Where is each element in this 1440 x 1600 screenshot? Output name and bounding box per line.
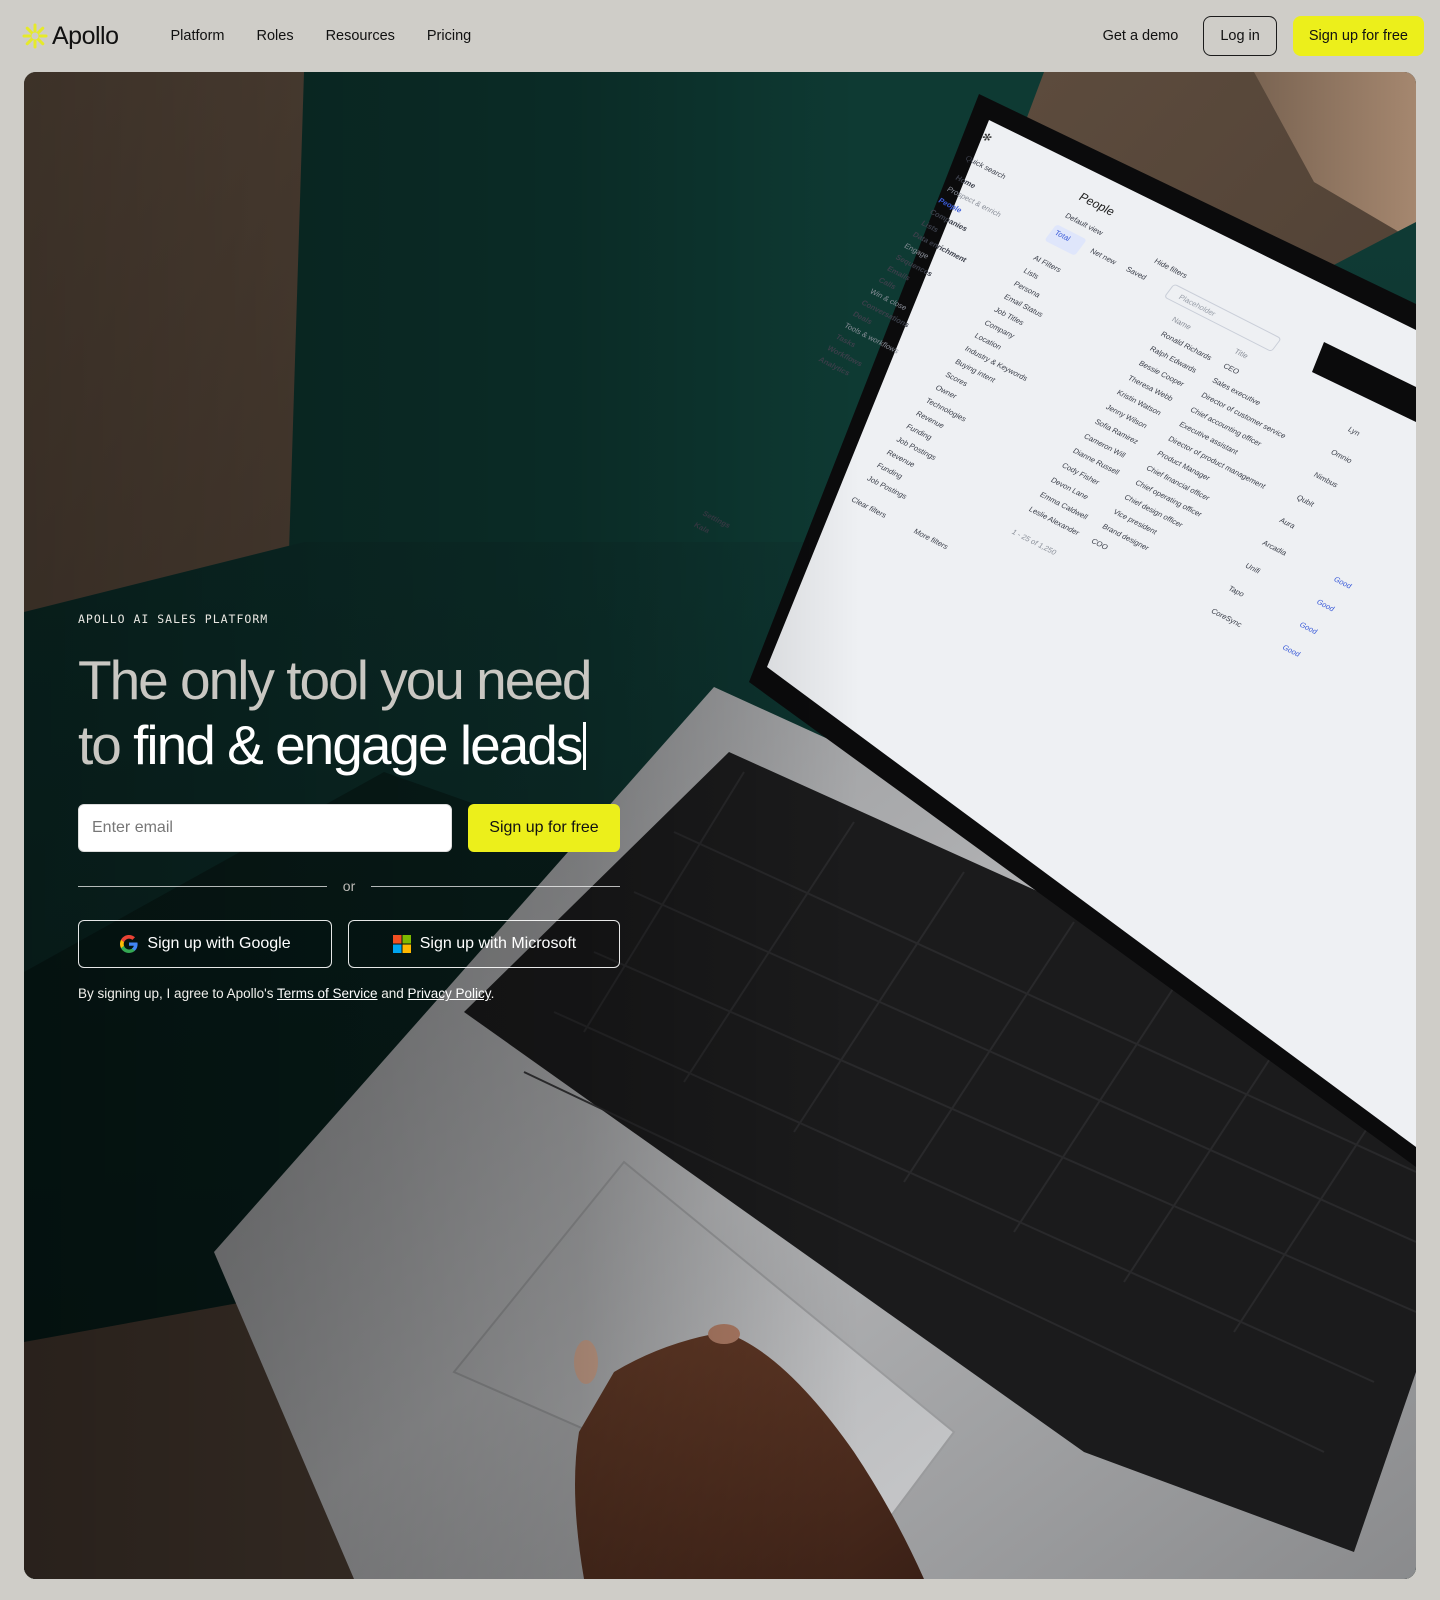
microsoft-icon <box>392 935 411 953</box>
divider-line <box>78 885 327 887</box>
nav-resources[interactable]: Resources <box>326 28 395 44</box>
headline-line-1: The only tool you need <box>78 649 592 711</box>
sso-buttons: Sign up with Google Sign up with Microso… <box>78 920 638 968</box>
nav-roles[interactable]: Roles <box>257 28 294 44</box>
fingertip <box>708 1324 740 1344</box>
brand-name: Apollo <box>52 21 119 50</box>
brand-logo[interactable]: Apollo <box>22 22 119 51</box>
fingertip <box>574 1340 598 1384</box>
nav-platform[interactable]: Platform <box>171 28 225 44</box>
email-input[interactable] <box>78 804 452 852</box>
headline-emphasis: find & engage leads <box>133 714 583 776</box>
divider-label: or <box>342 878 356 894</box>
hero-section: ✻ Quick search Home Prospect & enrich Pe… <box>24 72 1416 1579</box>
hero-content: APOLLO AI SALES PLATFORM The only tool y… <box>78 612 638 1001</box>
hero-signup-button[interactable]: Sign up for free <box>468 804 620 852</box>
google-signup-button[interactable]: Sign up with Google <box>78 920 332 968</box>
microsoft-signup-label: Sign up with Microsoft <box>419 935 577 952</box>
hero-eyebrow: APOLLO AI SALES PLATFORM <box>78 612 269 626</box>
main-menu: Platform Roles Resources Pricing <box>171 28 472 44</box>
divider-line <box>371 885 621 887</box>
microsoft-signup-button[interactable]: Sign up with Microsoft <box>348 920 620 968</box>
or-divider: or <box>78 878 621 894</box>
top-navigation: Apollo Platform Roles Resources Pricing … <box>0 0 1440 72</box>
email-signup-form: Sign up for free <box>78 804 638 852</box>
login-button[interactable]: Log in <box>1203 16 1277 56</box>
google-signup-label: Sign up with Google <box>147 935 291 952</box>
legal-prefix: By signing up, I agree to Apollo's <box>78 986 277 1001</box>
legal-and: and <box>377 986 408 1001</box>
privacy-link[interactable]: Privacy Policy <box>408 986 491 1001</box>
legal-notice: By signing up, I agree to Apollo's Terms… <box>78 986 638 1001</box>
legal-suffix: . <box>490 986 495 1001</box>
nav-pricing[interactable]: Pricing <box>427 28 471 44</box>
headline-to: to <box>78 714 134 776</box>
header-signup-button[interactable]: Sign up for free <box>1292 16 1424 56</box>
header-actions: Get a demo Log in Sign up for free <box>1103 16 1424 56</box>
get-demo-link[interactable]: Get a demo <box>1103 28 1179 44</box>
hero-headline: The only tool you need to find & engage … <box>78 648 638 778</box>
google-icon <box>120 935 138 953</box>
typing-caret <box>583 722 587 770</box>
terms-link[interactable]: Terms of Service <box>277 986 378 1001</box>
sunburst-logo-icon <box>22 23 48 49</box>
